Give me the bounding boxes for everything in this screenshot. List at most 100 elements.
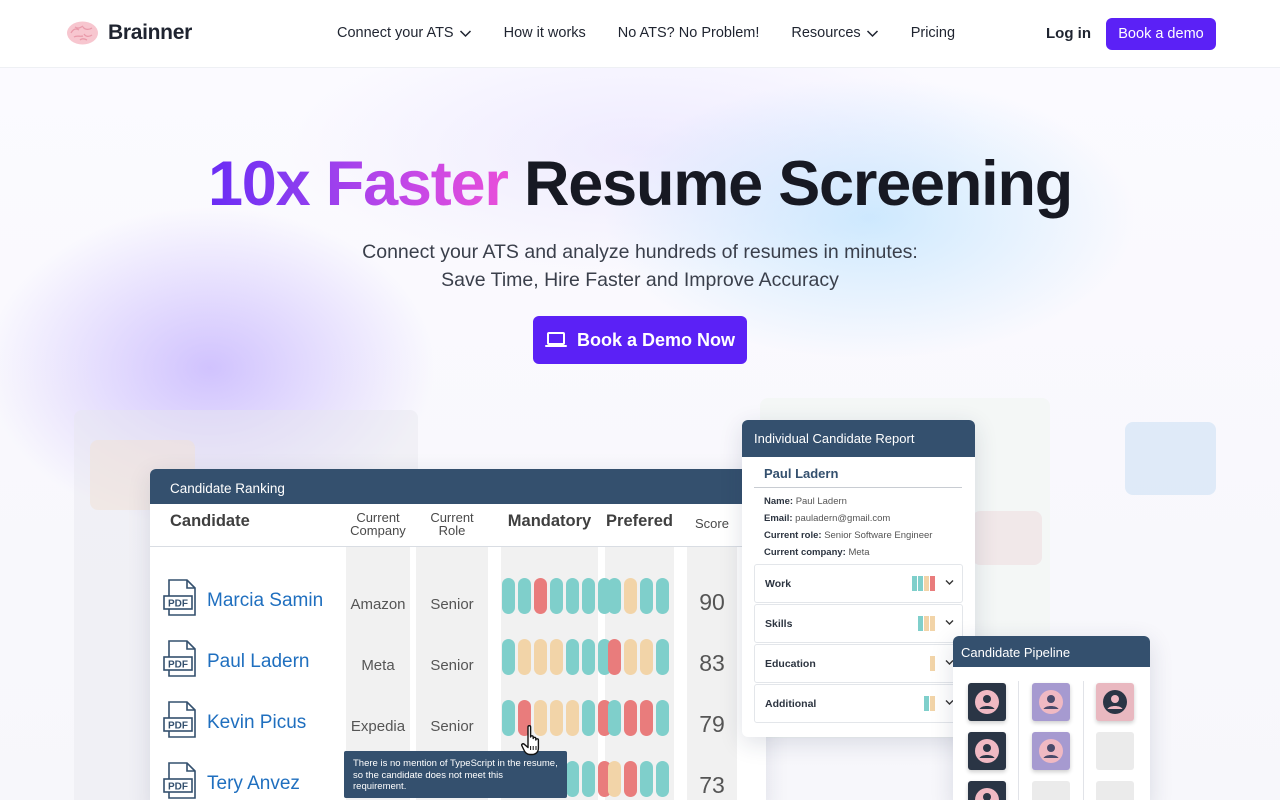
preference-pill[interactable] xyxy=(656,761,669,797)
header-role: Current Role xyxy=(430,510,474,538)
svg-text:PDF: PDF xyxy=(168,721,188,732)
requirement-pill[interactable] xyxy=(566,639,579,675)
requirement-pill[interactable] xyxy=(518,639,531,675)
section-bars xyxy=(918,616,935,631)
preference-pill[interactable] xyxy=(640,761,653,797)
preference-pill[interactable] xyxy=(640,700,653,736)
requirement-pill[interactable] xyxy=(566,761,579,797)
pipeline-empty-slot xyxy=(1096,781,1134,800)
section-label: Work xyxy=(765,578,792,590)
requirement-pill[interactable] xyxy=(502,700,515,736)
nav-connect-ats-label: Connect your ATS xyxy=(337,25,454,41)
pipeline-column-divider xyxy=(1018,681,1019,800)
brand-logo[interactable]: Brainner xyxy=(66,20,192,46)
pointer-hand-icon xyxy=(521,725,540,756)
laptop-icon xyxy=(544,332,567,347)
preference-pill[interactable] xyxy=(624,700,637,736)
ranking-title: Candidate Ranking xyxy=(150,469,766,504)
preference-pill[interactable] xyxy=(656,578,669,614)
pipeline-candidate-avatar[interactable] xyxy=(1032,732,1070,770)
report-section-work[interactable]: Work xyxy=(754,564,963,603)
candidate-score: 83 xyxy=(699,650,725,676)
pipeline-title: Candidate Pipeline xyxy=(953,636,1150,667)
header-company: Current Company xyxy=(350,510,406,538)
candidate-name[interactable]: Paul Ladern xyxy=(207,651,309,673)
report-section-skills[interactable]: Skills xyxy=(754,604,963,643)
headline-rest: Resume Screening xyxy=(524,149,1073,219)
person-icon xyxy=(1039,690,1063,714)
pipeline-candidate-avatar[interactable] xyxy=(968,781,1006,800)
candidate-name[interactable]: Kevin Picus xyxy=(207,712,306,734)
top-navigation: Brainner Connect your ATS How it works N… xyxy=(0,0,1280,68)
requirement-pill[interactable] xyxy=(566,700,579,736)
requirement-pill[interactable] xyxy=(582,639,595,675)
subtitle-line-2: Save Time, Hire Faster and Improve Accur… xyxy=(441,269,839,291)
preference-pill[interactable] xyxy=(608,761,621,797)
requirement-pill[interactable] xyxy=(550,700,563,736)
header-score: Score xyxy=(695,516,729,531)
pipeline-candidate-avatar[interactable] xyxy=(968,683,1006,721)
requirement-pill[interactable] xyxy=(518,578,531,614)
candidate-company: Meta xyxy=(361,657,395,674)
requirement-pill[interactable] xyxy=(550,578,563,614)
pipeline-candidate-avatar[interactable] xyxy=(1032,683,1070,721)
report-divider xyxy=(754,487,962,488)
hero-headline: 10x Faster Resume Screening xyxy=(0,148,1280,220)
requirement-pill[interactable] xyxy=(502,639,515,675)
preference-pill[interactable] xyxy=(608,700,621,736)
nav-pricing[interactable]: Pricing xyxy=(911,25,955,41)
nav-how-it-works[interactable]: How it works xyxy=(504,25,586,41)
candidate-name[interactable]: Tery Anvez xyxy=(207,773,300,795)
candidate-row[interactable]: PDF Paul Ladern Meta Senior 83 xyxy=(150,638,766,699)
pdf-icon[interactable]: PDF xyxy=(163,640,199,678)
preference-pill[interactable] xyxy=(608,578,621,614)
report-field-name: Name: Paul Ladern xyxy=(764,496,847,507)
nav-connect-ats[interactable]: Connect your ATS xyxy=(337,25,472,41)
section-label: Skills xyxy=(765,618,793,630)
section-bars xyxy=(912,576,935,591)
report-section-education[interactable]: Education xyxy=(754,644,963,683)
candidate-score: 90 xyxy=(699,589,725,615)
nav-resources[interactable]: Resources xyxy=(791,25,878,41)
cta-label: Book a Demo Now xyxy=(576,329,736,350)
requirement-pill[interactable] xyxy=(550,639,563,675)
login-link[interactable]: Log in xyxy=(1046,25,1091,42)
nav-no-ats[interactable]: No ATS? No Problem! xyxy=(618,25,760,41)
book-demo-button[interactable]: Book a demo xyxy=(1106,18,1216,50)
pdf-icon[interactable]: PDF xyxy=(163,762,199,800)
header-mandatory: Mandatory xyxy=(507,512,592,530)
requirement-pill[interactable] xyxy=(534,578,547,614)
header-candidate: Candidate xyxy=(170,512,250,530)
report-field-company: Current company: Meta xyxy=(764,547,870,558)
candidate-name[interactable]: Marcia Samin xyxy=(207,590,323,612)
preference-pill[interactable] xyxy=(640,639,653,675)
requirement-pill[interactable] xyxy=(582,761,595,797)
chevron-down-icon xyxy=(866,29,878,37)
pipeline-candidate-avatar[interactable] xyxy=(968,732,1006,770)
preference-pill[interactable] xyxy=(656,700,669,736)
preference-pill[interactable] xyxy=(624,639,637,675)
requirement-pill[interactable] xyxy=(582,700,595,736)
requirement-pill[interactable] xyxy=(566,578,579,614)
pipeline-candidate-avatar[interactable] xyxy=(1096,683,1134,721)
preferred-pills xyxy=(608,578,669,614)
requirement-pill[interactable] xyxy=(534,639,547,675)
book-demo-now-button[interactable]: Book a Demo Now xyxy=(533,316,747,364)
report-section-additional[interactable]: Additional xyxy=(754,684,963,723)
report-title: Individual Candidate Report xyxy=(742,420,975,457)
requirement-pill[interactable] xyxy=(502,578,515,614)
section-label: Education xyxy=(765,658,816,670)
candidate-row[interactable]: PDF Marcia Samin Amazon Senior 90 xyxy=(150,577,766,638)
preferred-pills xyxy=(608,761,669,797)
preference-pill[interactable] xyxy=(656,639,669,675)
preference-pill[interactable] xyxy=(624,761,637,797)
subtitle-line-1: Connect your ATS and analyze hundreds of… xyxy=(362,241,918,263)
svg-text:PDF: PDF xyxy=(168,660,188,671)
preference-pill[interactable] xyxy=(624,578,637,614)
preference-pill[interactable] xyxy=(640,578,653,614)
preference-pill[interactable] xyxy=(608,639,621,675)
pdf-icon[interactable]: PDF xyxy=(163,701,199,739)
requirement-pill[interactable] xyxy=(582,578,595,614)
pdf-icon[interactable]: PDF xyxy=(163,579,199,617)
chevron-down-icon xyxy=(945,580,954,585)
